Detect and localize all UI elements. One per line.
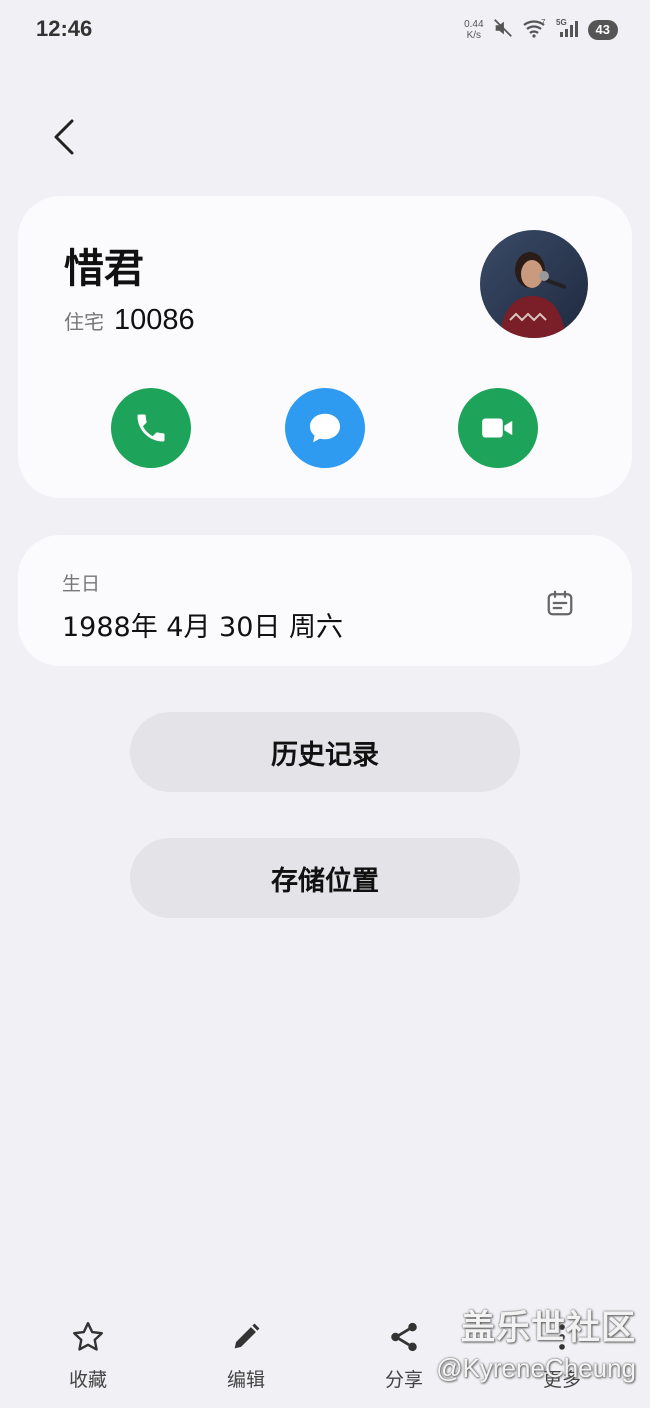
share-label: 分享 <box>384 1369 423 1391</box>
status-time: 12:46 <box>36 16 93 41</box>
star-icon <box>73 1321 103 1351</box>
network-speed: 0.44 K/s <box>464 19 484 41</box>
video-icon <box>482 418 513 438</box>
call-button[interactable] <box>111 388 191 468</box>
svg-text:7: 7 <box>541 18 546 27</box>
birthday-value: 1988年 4月 30日 周六 <box>62 612 343 643</box>
favorite-label: 收藏 <box>68 1369 107 1391</box>
video-call-button[interactable] <box>458 388 538 468</box>
contact-name: 惜君 <box>64 246 144 292</box>
share-button[interactable]: 分享 <box>349 1310 459 1392</box>
battery-indicator: 43 <box>587 20 618 40</box>
avatar[interactable] <box>480 230 588 338</box>
contact-card: 惜君 住宅 10086 <box>18 196 632 498</box>
edit-label: 编辑 <box>226 1369 265 1391</box>
phone-row[interactable]: 住宅 10086 <box>64 304 195 337</box>
bottom-toolbar: 收藏 编辑 分享 更多 <box>0 1310 650 1400</box>
edit-button[interactable]: 编辑 <box>191 1310 301 1392</box>
back-button[interactable] <box>44 112 84 162</box>
birthday-card: 生日 1988年 4月 30日 周六 <box>18 535 632 666</box>
storage-location-button[interactable]: 存储位置 <box>130 838 520 918</box>
birthday-label: 生日 <box>62 573 101 595</box>
history-button[interactable]: 历史记录 <box>130 712 520 792</box>
more-vertical-icon <box>559 1323 565 1350</box>
phone-number[interactable]: 10086 <box>114 304 195 337</box>
message-button[interactable] <box>285 388 365 468</box>
calendar-icon <box>547 590 573 616</box>
more-button[interactable]: 更多 <box>507 1310 617 1392</box>
svg-text:5G: 5G <box>556 18 567 27</box>
status-bar: 12:46 0.44 K/s 7 5G 43 <box>0 0 650 60</box>
mute-icon <box>492 17 514 43</box>
signal-5g-icon: 5G <box>556 17 580 43</box>
share-icon <box>391 1322 417 1351</box>
favorite-button[interactable]: 收藏 <box>33 1310 143 1392</box>
phone-type-label: 住宅 <box>64 310 104 334</box>
calendar-button[interactable] <box>540 583 580 623</box>
phone-icon <box>137 414 165 442</box>
message-icon <box>309 413 341 443</box>
status-icons: 0.44 K/s 7 5G 43 <box>464 16 618 44</box>
chevron-left-icon <box>54 119 74 155</box>
pencil-icon <box>234 1323 260 1348</box>
more-label: 更多 <box>542 1369 581 1391</box>
wifi-icon: 7 <box>522 17 548 43</box>
